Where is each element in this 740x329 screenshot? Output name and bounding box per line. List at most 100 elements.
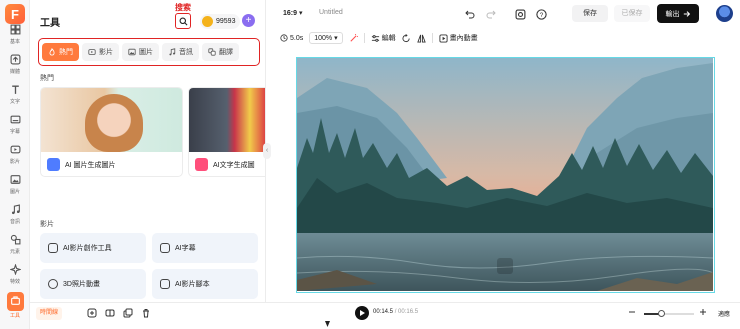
ai-subtitle-label: AI字幕 bbox=[175, 245, 196, 252]
aspect-ratio-value: 16:9 bbox=[283, 10, 298, 17]
play-button[interactable] bbox=[355, 306, 369, 320]
rotate-button[interactable] bbox=[402, 33, 411, 43]
save-button[interactable]: 保存 bbox=[572, 5, 608, 22]
ai-video-script-card[interactable]: AI影片腳本 bbox=[152, 269, 258, 299]
elements-icon bbox=[10, 234, 21, 247]
duplicate-icon[interactable] bbox=[123, 308, 133, 318]
ai-text-image-icon bbox=[195, 158, 208, 171]
arrow-right-icon bbox=[683, 10, 690, 17]
export-label: 輸出 bbox=[665, 10, 680, 18]
sidebar-item-music[interactable]: 音訊 bbox=[0, 200, 30, 228]
tab-translate[interactable]: 翻譯 bbox=[202, 43, 239, 61]
video-icon bbox=[88, 49, 96, 55]
toolbar-divider bbox=[363, 33, 365, 43]
avatar[interactable] bbox=[716, 5, 733, 22]
credits-badge[interactable]: 99593 bbox=[200, 14, 241, 29]
screenshot-button[interactable] bbox=[513, 7, 527, 21]
timeline-zoom-slider[interactable] bbox=[644, 310, 694, 317]
sidebar-item-effects[interactable]: 特效 bbox=[0, 260, 30, 288]
tab-video[interactable]: 影片 bbox=[82, 43, 119, 61]
ai-image-icon bbox=[47, 158, 60, 171]
grid-icon bbox=[10, 24, 21, 37]
sidebar-item-text[interactable]: 文字 bbox=[0, 80, 30, 108]
search-button[interactable] bbox=[175, 13, 191, 29]
tools-panel: 工具 搜索 99593 + 熱門 影片 圖片 音訊 翻譯 熱門 AI 圖片生成圖… bbox=[30, 0, 266, 302]
saved-status: 已保存 bbox=[614, 5, 650, 22]
tab-image[interactable]: 圖片 bbox=[122, 43, 159, 61]
top-bar: 16:9 ▾ Untitled ? 保存 已保存 輸出 bbox=[266, 0, 740, 28]
tab-audio[interactable]: 音訊 bbox=[162, 43, 199, 61]
sidebar-item-video[interactable]: 影片 bbox=[0, 140, 30, 168]
add-icon[interactable] bbox=[87, 308, 97, 318]
help-button[interactable]: ? bbox=[534, 7, 548, 21]
undo-button[interactable] bbox=[463, 7, 477, 21]
image-icon bbox=[128, 48, 136, 56]
image-icon bbox=[10, 174, 21, 187]
ai-video-creator-card[interactable]: AI影片創作工具 bbox=[40, 233, 146, 263]
landscape-image bbox=[297, 58, 713, 291]
sliders-icon bbox=[371, 34, 379, 42]
sidebar-item-label: 文字 bbox=[9, 99, 20, 105]
zoom-out-icon[interactable] bbox=[627, 307, 637, 317]
sidebar-item-image[interactable]: 圖片 bbox=[0, 170, 30, 198]
editing-canvas[interactable] bbox=[296, 57, 715, 293]
undo-icon bbox=[465, 10, 475, 19]
music-icon bbox=[10, 204, 21, 217]
ai-text-to-image-label: AI文字生成圖 bbox=[213, 161, 255, 169]
sidebar-item-label: 元素 bbox=[9, 249, 20, 255]
total-time: / 00:16.5 bbox=[394, 309, 419, 315]
sidebar-item-elements[interactable]: 元素 bbox=[0, 230, 30, 258]
sidebar-item-grid[interactable]: 基本 bbox=[0, 20, 30, 48]
sidebar-item-label: 影片 bbox=[9, 159, 20, 165]
ai-text-to-image-card[interactable]: AI文字生成圖 bbox=[188, 87, 266, 177]
time-readout: 00:14.5 / 00:16.5 bbox=[373, 309, 418, 315]
translate-icon bbox=[208, 48, 216, 56]
help-icon: ? bbox=[535, 8, 547, 20]
duration-control[interactable]: 5.0s bbox=[280, 34, 303, 42]
clock-icon bbox=[280, 34, 288, 42]
fit-button[interactable]: 適應 bbox=[718, 309, 730, 318]
edit-button[interactable]: 編輯 bbox=[371, 33, 396, 43]
ai-magic-button[interactable] bbox=[349, 33, 358, 43]
sidebar-item-upload[interactable]: 媒體 bbox=[0, 50, 30, 78]
zoom-slider-handle[interactable] bbox=[658, 310, 665, 317]
timeline-toggle-button[interactable]: 時間線 bbox=[36, 307, 63, 320]
collapse-panel-button[interactable]: ‹ bbox=[263, 143, 271, 159]
text-icon bbox=[10, 84, 21, 97]
ai-video-script-label: AI影片腳本 bbox=[175, 281, 210, 288]
split-icon[interactable] bbox=[105, 308, 115, 318]
search-annotation: 搜索 bbox=[175, 2, 191, 12]
sidebar-item-label: 特效 bbox=[9, 279, 20, 285]
toolbar-divider bbox=[431, 33, 433, 43]
script-icon bbox=[160, 279, 170, 289]
zoom-selector[interactable]: 100% ▾ bbox=[309, 32, 343, 44]
tab-hot[interactable]: 熱門 bbox=[42, 43, 79, 61]
3d-photo-animation-card[interactable]: 3D照片動畫 bbox=[40, 269, 146, 299]
flip-icon bbox=[416, 34, 426, 43]
sidebar-item-label: 工具 bbox=[9, 313, 20, 319]
redo-icon bbox=[486, 10, 496, 19]
sidebar-item-tools[interactable]: 工具 bbox=[0, 291, 30, 319]
flip-button[interactable] bbox=[416, 34, 426, 43]
animation-button[interactable]: 畫內動畫 bbox=[439, 33, 478, 43]
document-title[interactable]: Untitled bbox=[319, 9, 343, 16]
add-credits-button[interactable]: + bbox=[242, 14, 255, 27]
ai-image-to-image-card[interactable]: AI 圖片生成圖片 bbox=[40, 87, 183, 177]
zoom-in-icon[interactable] bbox=[698, 307, 708, 317]
svg-text:?: ? bbox=[539, 11, 543, 18]
sidebar-item-subtitle[interactable]: 字幕 bbox=[0, 110, 30, 138]
ai-subtitle-card[interactable]: AI字幕 bbox=[152, 233, 258, 263]
animation-icon bbox=[439, 33, 448, 43]
aspect-ratio-selector[interactable]: 16:9 ▾ bbox=[283, 9, 302, 17]
sidebar-item-label: 音訊 bbox=[9, 219, 20, 225]
zoom-value: 100% bbox=[314, 35, 333, 42]
sidebar-item-label: 基本 bbox=[9, 39, 20, 45]
export-button[interactable]: 輸出 bbox=[657, 4, 699, 23]
editor-app: F 基本 媒體 文字 字幕 影片 圖片 音訊 元素 特效 工具 工具 搜索 99593 + 熱門 … bbox=[0, 0, 740, 329]
canvas-toolbar: 5.0s 100% ▾ 編輯 畫內動畫 bbox=[280, 29, 478, 47]
bottom-bar: 時間線 00:14.5 / 00:16.5 適應 bbox=[30, 302, 740, 329]
edit-label: 編輯 bbox=[381, 35, 396, 42]
redo-button[interactable] bbox=[484, 7, 498, 21]
anime-thumbnail bbox=[189, 88, 265, 152]
delete-icon[interactable] bbox=[141, 308, 151, 318]
